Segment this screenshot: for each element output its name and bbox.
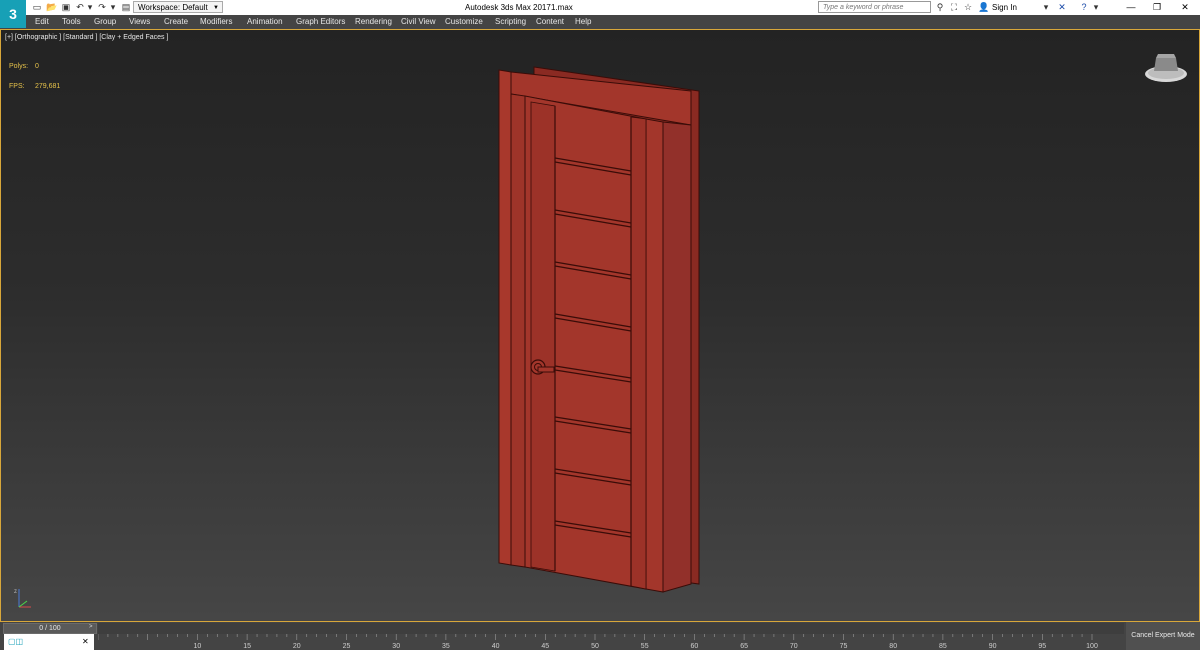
timeline-tick-label: 100 (1086, 643, 1098, 650)
app-logo-text: 3 (9, 6, 17, 22)
menu-create[interactable]: Create (164, 17, 188, 26)
project-folder-icon[interactable]: ▤ (121, 2, 131, 12)
timeline-tick-label: 65 (740, 643, 748, 650)
open-file-icon[interactable]: 📂 (46, 2, 57, 12)
timeline-tick-label: 80 (889, 643, 897, 650)
timeline-tick-label: 35 (442, 643, 450, 650)
menu-views[interactable]: Views (129, 17, 150, 26)
door-model[interactable] (491, 65, 706, 600)
timeline-tick-label: 20 (293, 643, 301, 650)
binoculars-icon[interactable]: ⚲ (934, 1, 946, 13)
exchange-apps-icon[interactable]: ✕ (1056, 1, 1068, 13)
save-file-icon[interactable]: ▣ (61, 2, 71, 12)
timeline-tick-label: 25 (343, 643, 351, 650)
timeline-tick-label: 30 (392, 643, 400, 650)
timeline-tick-label: 95 (1038, 643, 1046, 650)
help-dropdown-icon[interactable]: ▾ (1090, 1, 1102, 13)
menu-customize[interactable]: Customize (445, 17, 483, 26)
file-name: 1.max (551, 3, 573, 12)
menu-group[interactable]: Group (94, 17, 116, 26)
timeline-ruler[interactable]: 10 15 20 25 30 35 40 45 50 55 60 65 70 75 80 85 90 95 100 (98, 634, 1124, 650)
timeline-tick-label: 70 (790, 643, 798, 650)
chevron-down-icon: ▼ (213, 5, 219, 11)
workspace-dropdown[interactable]: Workspace: Default ▼ (133, 1, 223, 13)
fps-label: FPS: (9, 83, 25, 90)
polys-label: Polys: (9, 63, 29, 70)
menu-bar: Edit Tools Group Views Create Modifiers … (0, 15, 1200, 29)
timeline-tick-label: 90 (989, 643, 997, 650)
viewport-label-menu[interactable]: [+] [Orthographic ] [Standard ] [Clay + … (5, 34, 168, 41)
menu-scripting[interactable]: Scripting (495, 17, 526, 26)
search-placeholder: Type a keyword or phrase (823, 4, 904, 11)
favorites-star-icon[interactable]: ☆ (962, 1, 974, 13)
restore-button[interactable]: ❐ (1144, 0, 1170, 15)
help-icon[interactable]: ? (1078, 1, 1090, 13)
redo-dropdown-icon[interactable]: ▾ (108, 2, 118, 12)
menu-edit[interactable]: Edit (35, 17, 49, 26)
door-leaf (524, 95, 647, 590)
menu-graph-editors[interactable]: Graph Editors (296, 17, 345, 26)
track-bar[interactable] (98, 623, 1124, 634)
minimize-button[interactable]: — (1118, 0, 1144, 15)
signin-dropdown-icon[interactable]: ▾ (1040, 1, 1052, 13)
timeline-tick-label: 50 (591, 643, 599, 650)
menu-animation[interactable]: Animation (247, 17, 283, 26)
menu-content[interactable]: Content (536, 17, 564, 26)
fps-value: 279,681 (35, 83, 61, 90)
subscription-icon[interactable]: ⛶ (948, 1, 960, 13)
workspace-label: Workspace: Default (138, 3, 208, 12)
title-bar: 3 ▭ 📂 ▣ ↶ ▾ ↷ ▾ ▤ Workspace: Default ▼ A… (0, 0, 1200, 28)
timeline-tick-label: 45 (541, 643, 549, 650)
timeline-tick-label: 10 (194, 643, 202, 650)
time-slider[interactable]: 0 / 100 (3, 623, 97, 634)
maxscript-listener-box[interactable]: ▢◫ ✕ (4, 634, 94, 650)
viewcube-icon[interactable] (1143, 52, 1189, 86)
timeline-tick-label: 15 (243, 643, 251, 650)
svg-text:z: z (14, 589, 17, 595)
listener-icon: ▢◫ (8, 637, 24, 646)
polys-value: 0 (35, 63, 39, 70)
search-input[interactable]: Type a keyword or phrase (818, 1, 931, 13)
user-icon[interactable]: 👤 (978, 1, 990, 13)
menu-tools[interactable]: Tools (62, 17, 81, 26)
cancel-expert-mode-button[interactable]: Cancel Expert Mode (1126, 622, 1200, 650)
time-slider-bar: 0 / 100 > 10 15 20 25 30 35 40 45 50 55 60 65 70 75 80… (0, 622, 1200, 650)
perspective-viewport[interactable]: [+] [Orthographic ] [Standard ] [Clay + … (0, 29, 1200, 622)
time-next-icon[interactable]: > (89, 624, 93, 630)
timeline-tick-label: 75 (840, 643, 848, 650)
new-file-icon[interactable]: ▭ (32, 2, 42, 12)
timeline-tick-label: 85 (939, 643, 947, 650)
menu-rendering[interactable]: Rendering (355, 17, 392, 26)
menu-modifiers[interactable]: Modifiers (200, 17, 232, 26)
close-icon[interactable]: ✕ (82, 637, 89, 646)
axis-tripod-icon: z (14, 589, 31, 608)
undo-dropdown-icon[interactable]: ▾ (85, 2, 95, 12)
menu-civil-view[interactable]: Civil View (401, 17, 436, 26)
application-menu-button[interactable]: 3 (0, 0, 26, 28)
redo-icon[interactable]: ↷ (97, 2, 107, 12)
undo-icon[interactable]: ↶ (75, 2, 85, 12)
close-button[interactable]: ✕ (1172, 0, 1198, 15)
timeline-tick-label: 60 (691, 643, 699, 650)
timeline-tick-label: 55 (641, 643, 649, 650)
sign-in-button[interactable]: Sign In (992, 3, 1017, 12)
timeline-tick-label: 40 (492, 643, 500, 650)
time-slider-text: 0 / 100 (39, 625, 61, 632)
menu-help[interactable]: Help (575, 17, 591, 26)
app-title: Autodesk 3ds Max 2017 (465, 3, 551, 12)
